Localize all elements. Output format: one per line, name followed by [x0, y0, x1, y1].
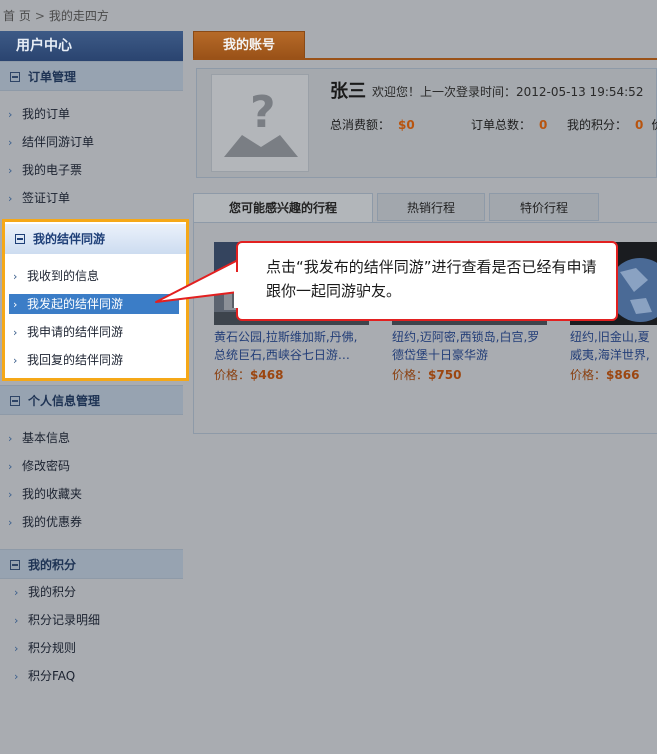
- avatar: ?: [211, 74, 309, 172]
- sidebar-item-my-orders[interactable]: › 我的订单: [0, 100, 183, 128]
- sidebar-item-change-password[interactable]: › 修改密码: [0, 452, 183, 480]
- collapse-icon: [15, 234, 25, 244]
- callout-text: 点击“我发布的结伴同游”进行查看是否已经有申请跟你一起同游驴友。: [266, 258, 597, 300]
- tab-my-account[interactable]: 我的账号: [193, 31, 305, 59]
- product-price: 价格：$750: [392, 368, 462, 382]
- chevron-right-icon: ›: [8, 516, 13, 529]
- sidebar-item-points[interactable]: › 我的积分: [0, 578, 183, 606]
- sidebar-item-points-rules[interactable]: › 积分规则: [0, 634, 183, 662]
- chevron-right-icon: ›: [14, 670, 19, 683]
- sidebar-item-points-history[interactable]: › 积分记录明细: [0, 606, 183, 634]
- welcome-text: 欢迎您！上一次登录时间：2012-05-13 19:54:52: [372, 85, 644, 99]
- section-my-travel[interactable]: 我的结伴同游: [5, 224, 186, 254]
- product-title[interactable]: 纽约,旧金山,夏威夷,海洋世界,好莱坞: [570, 328, 657, 364]
- product-title[interactable]: 黄石公园,拉斯维加斯,丹佛,总统巨石,西峡谷七日游…: [214, 328, 369, 364]
- callout-pointer: [155, 259, 239, 303]
- breadcrumb-current[interactable]: 我的走四方: [49, 9, 109, 23]
- section-order-management[interactable]: 订单管理: [0, 61, 183, 91]
- sidebar-item-applied-travel[interactable]: › 我申请的结伴同游: [5, 318, 186, 346]
- chevron-right-icon: ›: [8, 460, 13, 473]
- chevron-right-icon: ›: [13, 354, 18, 367]
- collapse-icon: [10, 72, 20, 82]
- chevron-right-icon: ›: [8, 488, 13, 501]
- callout-pointer-joint: [234, 272, 242, 308]
- sidebar-item-e-tickets[interactable]: › 我的电子票: [0, 156, 183, 184]
- tab-underline: [193, 58, 657, 60]
- sidebar-item-points-faq[interactable]: › 积分FAQ: [0, 662, 183, 690]
- stat-total-spent: 总消费额： $0: [330, 118, 415, 132]
- product-price: 价格：$468: [214, 368, 284, 382]
- chevron-right-icon: ›: [8, 164, 13, 177]
- breadcrumb-home[interactable]: 首 页: [3, 9, 31, 23]
- section-label: 订单管理: [28, 70, 77, 84]
- chevron-right-icon: ›: [14, 642, 19, 655]
- tab-special-trips[interactable]: 特价行程: [489, 193, 599, 221]
- profile-panel: ? 张三 欢迎您！上一次登录时间：2012-05-13 19:54:52 总消费…: [196, 68, 657, 178]
- sidebar: 用户中心 订单管理 › 我的订单 › 结伴同游订单 › 我的电子票 › 签证订单 个人信…: [0, 31, 183, 754]
- sidebar-item-replied-travel[interactable]: › 我回复的结伴同游: [5, 346, 186, 374]
- instruction-callout: 点击“我发布的结伴同游”进行查看是否已经有申请跟你一起同游驴友。: [236, 241, 618, 321]
- collapse-icon: [10, 560, 20, 570]
- breadcrumb: 首 页 > 我的走四方: [0, 0, 657, 30]
- chevron-right-icon: ›: [8, 108, 13, 121]
- section-label: 我的结伴同游: [33, 232, 106, 246]
- tab-hot-trips[interactable]: 热销行程: [377, 193, 485, 221]
- section-my-points[interactable]: 我的积分: [0, 549, 183, 579]
- chevron-right-icon: ›: [8, 432, 13, 445]
- main-content: 我的账号 ? 张三 欢迎您！上一次登录时间：2012-05-13 19:54:5…: [193, 31, 657, 441]
- chevron-right-icon: ›: [8, 192, 13, 205]
- chevron-right-icon: ›: [14, 586, 19, 599]
- sidebar-title: 用户中心: [0, 31, 183, 61]
- sidebar-item-visa-orders[interactable]: › 签证订单: [0, 184, 183, 212]
- stat-points: 我的积分：0价: [567, 118, 657, 132]
- breadcrumb-separator: >: [34, 9, 45, 23]
- section-personal-info[interactable]: 个人信息管理: [0, 385, 183, 415]
- tab-interested-trips[interactable]: 您可能感兴趣的行程: [193, 193, 373, 223]
- avatar-placeholder-icon: ?: [224, 87, 298, 157]
- sidebar-item-coupons[interactable]: › 我的优惠券: [0, 508, 183, 536]
- collapse-icon: [10, 396, 20, 406]
- username: 张三: [330, 81, 366, 102]
- sidebar-item-favorites[interactable]: › 我的收藏夹: [0, 480, 183, 508]
- section-label: 我的积分: [28, 558, 77, 572]
- sidebar-item-basic-info[interactable]: › 基本信息: [0, 424, 183, 452]
- section-label: 个人信息管理: [28, 394, 101, 408]
- chevron-right-icon: ›: [8, 136, 13, 149]
- chevron-right-icon: ›: [14, 614, 19, 627]
- chevron-right-icon: ›: [13, 270, 18, 283]
- chevron-right-icon: ›: [13, 298, 18, 311]
- sidebar-item-travel-orders[interactable]: › 结伴同游订单: [0, 128, 183, 156]
- stat-order-count: 订单总数： 0: [471, 118, 548, 132]
- recommendation-tabs: 您可能感兴趣的行程 热销行程 特价行程: [193, 191, 657, 223]
- product-price: 价格：$866: [570, 368, 640, 382]
- chevron-right-icon: ›: [13, 326, 18, 339]
- svg-text:?: ?: [250, 87, 276, 138]
- product-title[interactable]: 纽约,迈阿密,西锁岛,白宫,罗德岱堡十日豪华游: [392, 328, 547, 364]
